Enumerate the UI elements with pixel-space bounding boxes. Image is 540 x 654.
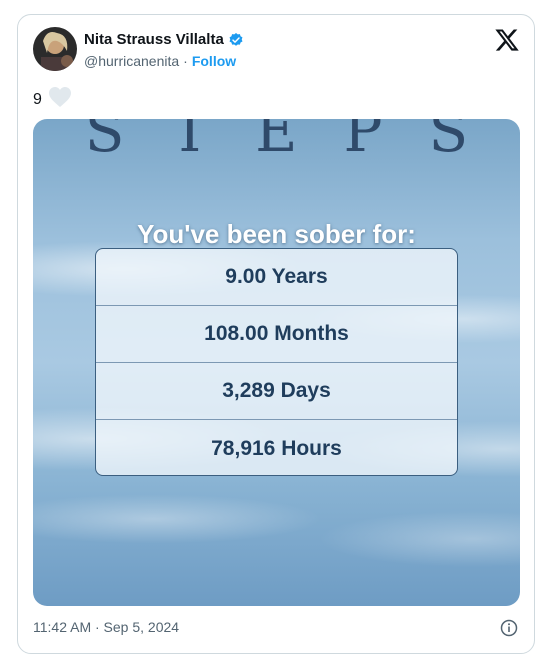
- follow-button[interactable]: Follow: [192, 53, 236, 69]
- info-icon[interactable]: [500, 619, 518, 637]
- image-title: STEPS: [84, 119, 515, 165]
- stat-months: 108.00 Months: [96, 306, 457, 363]
- tweet-card: Nita Strauss Villalta @hurricanenita · F…: [17, 14, 535, 654]
- tweet-image[interactable]: STEPS You've been sober for: 9.00 Years …: [33, 119, 520, 606]
- stat-hours: 78,916 Hours: [211, 436, 342, 460]
- sober-heading: You've been sober for:: [137, 219, 416, 249]
- author-name-row[interactable]: Nita Strauss Villalta: [84, 31, 244, 48]
- avatar[interactable]: [33, 27, 77, 71]
- like-area[interactable]: 9: [33, 86, 72, 113]
- stat-years: 9.00 Years: [96, 249, 457, 306]
- handle-row: @hurricanenita · Follow: [84, 53, 236, 69]
- sobriety-stats-box: 9.00 Years 108.00 Months 3,289 Days 78,9…: [95, 248, 458, 476]
- author-name[interactable]: Nita Strauss Villalta: [84, 31, 224, 48]
- stat-days: 3,289 Days: [96, 363, 457, 420]
- like-count: 9: [33, 90, 42, 108]
- verified-badge-icon: [228, 32, 244, 48]
- separator-dot: ·: [183, 53, 188, 69]
- heart-icon[interactable]: [48, 86, 72, 113]
- author-handle[interactable]: @hurricanenita: [84, 53, 179, 69]
- x-logo-icon[interactable]: [494, 27, 520, 53]
- tweet-timestamp[interactable]: 11:42 AM · Sep 5, 2024: [33, 619, 179, 635]
